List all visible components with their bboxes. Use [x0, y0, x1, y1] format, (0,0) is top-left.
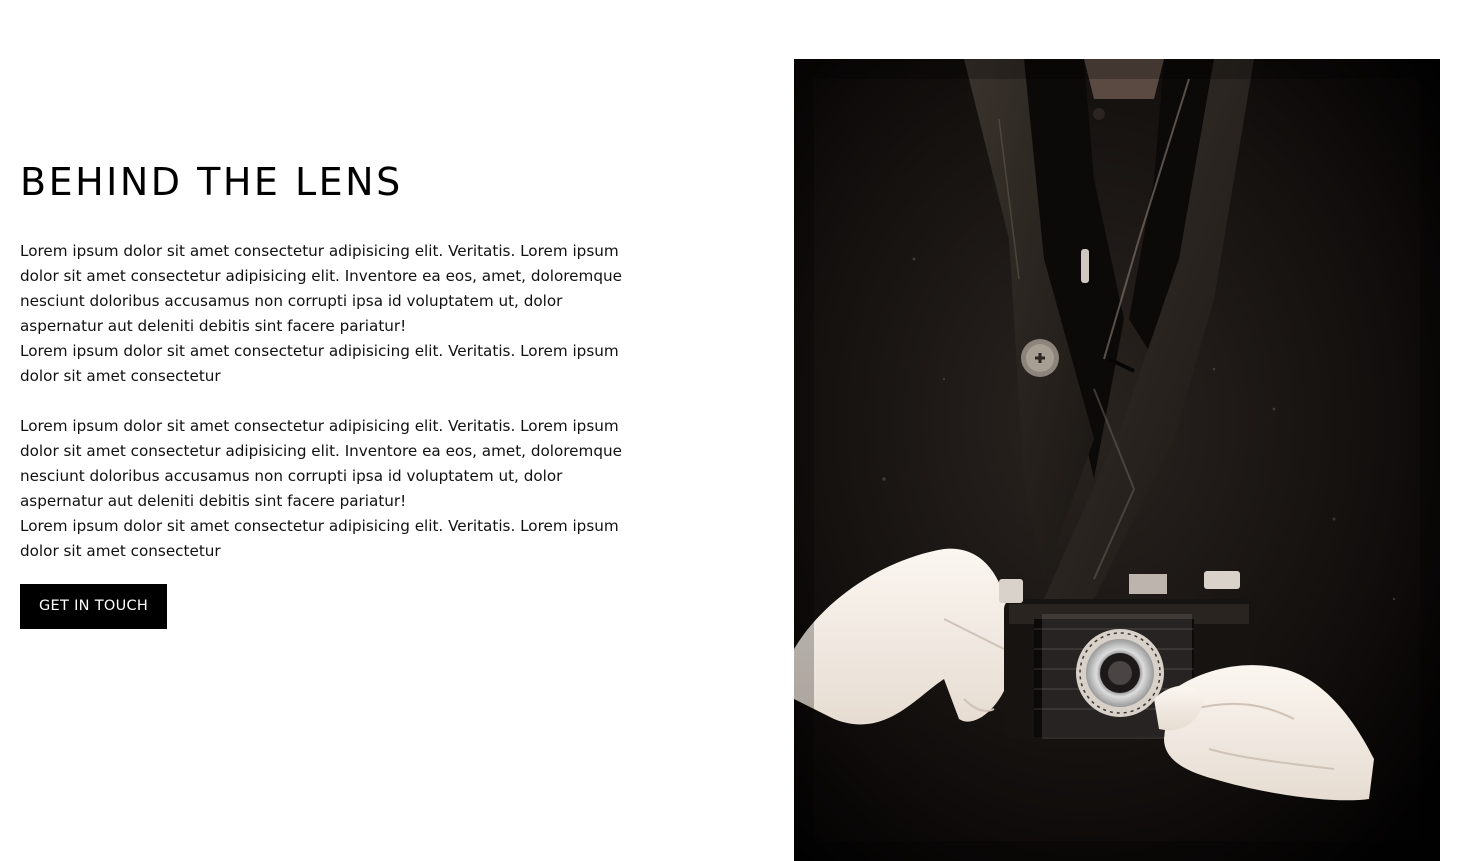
- photographer-photo: [794, 59, 1440, 861]
- body-paragraph-1: Lorem ipsum dolor sit amet consectetur a…: [20, 242, 622, 385]
- about-section: BEHIND THE LENS Lorem ipsum dolor sit am…: [0, 0, 1475, 861]
- get-in-touch-button[interactable]: GET IN TOUCH: [20, 584, 168, 629]
- photographer-illustration: [794, 59, 1440, 861]
- section-title: BEHIND THE LENS: [20, 160, 403, 204]
- body-paragraph-2: Lorem ipsum dolor sit amet consectetur a…: [20, 417, 622, 560]
- about-text-column: BEHIND THE LENS Lorem ipsum dolor sit am…: [20, 158, 660, 629]
